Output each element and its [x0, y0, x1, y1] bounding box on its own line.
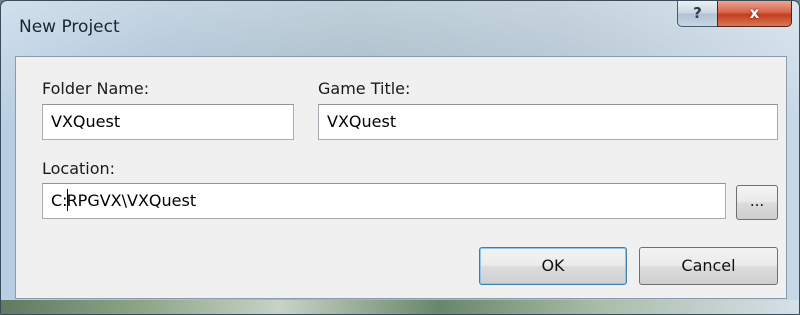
browse-button[interactable]: ...	[736, 185, 778, 220]
folder-name-field[interactable]: VXQuest	[42, 104, 294, 140]
window-frame-bottom	[1, 300, 799, 314]
game-title-label: Game Title:	[318, 79, 411, 98]
cancel-button[interactable]: Cancel	[639, 247, 778, 285]
help-button[interactable]: ?	[677, 1, 718, 27]
ok-button[interactable]: OK	[479, 247, 627, 285]
folder-name-value: VXQuest	[51, 112, 121, 131]
location-label: Location:	[42, 159, 116, 178]
help-icon: ?	[693, 4, 702, 22]
close-button[interactable]: x	[717, 1, 792, 27]
cancel-label: Cancel	[681, 256, 736, 275]
window-title: New Project	[19, 17, 120, 37]
location-field[interactable]: C:RPGVX\VXQuest	[42, 183, 726, 219]
title-bar[interactable]: New Project ? x	[1, 1, 799, 49]
location-value-before-caret: C:	[51, 191, 68, 210]
dialog-client-area: Folder Name: VXQuest Game Title: VXQuest…	[15, 56, 787, 299]
close-icon: x	[749, 4, 760, 22]
new-project-dialog: New Project ? x Folder Name: VXQuest Gam…	[0, 0, 800, 315]
game-title-field[interactable]: VXQuest	[318, 104, 778, 140]
location-value-after-caret: RPGVX\VXQuest	[66, 191, 197, 210]
folder-name-label: Folder Name:	[42, 79, 150, 98]
browse-label: ...	[749, 192, 765, 210]
ok-label: OK	[541, 256, 565, 275]
game-title-value: VXQuest	[327, 112, 397, 131]
